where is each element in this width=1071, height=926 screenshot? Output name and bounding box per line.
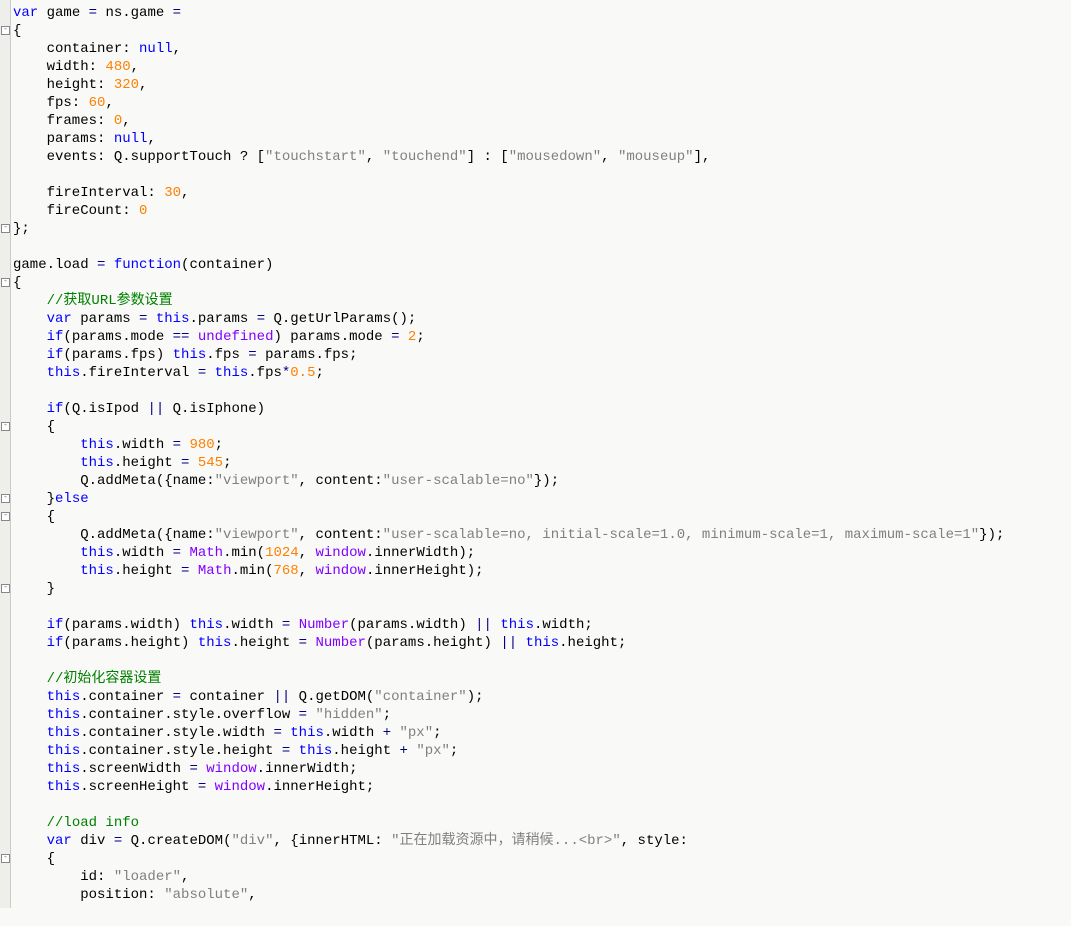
fold-marker-open[interactable]: - xyxy=(1,26,10,35)
code-line[interactable]: { xyxy=(13,22,1071,40)
code-line[interactable] xyxy=(13,166,1071,184)
code-line[interactable]: this.container.style.overflow = "hidden"… xyxy=(13,706,1071,724)
fold-marker-open[interactable]: - xyxy=(1,422,10,431)
code-line[interactable] xyxy=(13,796,1071,814)
code-line[interactable]: if(Q.isIpod || Q.isIphone) xyxy=(13,400,1071,418)
code-line[interactable]: //load info xyxy=(13,814,1071,832)
code-line[interactable]: //获取URL参数设置 xyxy=(13,292,1071,310)
code-line[interactable]: var div = Q.createDOM("div", {innerHTML:… xyxy=(13,832,1071,850)
code-line[interactable]: var game = ns.game = xyxy=(13,4,1071,22)
code-line[interactable]: this.container.style.width = this.width … xyxy=(13,724,1071,742)
code-area[interactable]: var game = ns.game ={ container: null, w… xyxy=(11,0,1071,908)
code-line[interactable]: this.height = Math.min(768, window.inner… xyxy=(13,562,1071,580)
code-line[interactable]: this.screenHeight = window.innerHeight; xyxy=(13,778,1071,796)
fold-marker-close[interactable]: - xyxy=(1,494,10,503)
fold-marker-open[interactable]: - xyxy=(1,278,10,287)
code-line[interactable]: this.fireInterval = this.fps*0.5; xyxy=(13,364,1071,382)
code-line[interactable]: } xyxy=(13,580,1071,598)
code-line[interactable]: if(params.fps) this.fps = params.fps; xyxy=(13,346,1071,364)
code-line[interactable]: Q.addMeta({name:"viewport", content:"use… xyxy=(13,526,1071,544)
code-line[interactable]: game.load = function(container) xyxy=(13,256,1071,274)
code-line[interactable]: { xyxy=(13,274,1071,292)
code-line[interactable]: { xyxy=(13,850,1071,868)
code-line[interactable]: var params = this.params = Q.getUrlParam… xyxy=(13,310,1071,328)
code-line[interactable]: width: 480, xyxy=(13,58,1071,76)
code-line[interactable]: fps: 60, xyxy=(13,94,1071,112)
code-line[interactable]: id: "loader", xyxy=(13,868,1071,886)
code-line[interactable] xyxy=(13,598,1071,616)
code-line[interactable]: Q.addMeta({name:"viewport", content:"use… xyxy=(13,472,1071,490)
code-line[interactable]: this.screenWidth = window.innerWidth; xyxy=(13,760,1071,778)
code-line[interactable]: }; xyxy=(13,220,1071,238)
code-line[interactable]: { xyxy=(13,418,1071,436)
code-line[interactable]: position: "absolute", xyxy=(13,886,1071,904)
fold-gutter[interactable]: - - - - - - - - xyxy=(0,0,11,908)
code-line[interactable]: //初始化容器设置 xyxy=(13,670,1071,688)
code-line[interactable] xyxy=(13,382,1071,400)
code-line[interactable]: if(params.height) this.height = Number(p… xyxy=(13,634,1071,652)
code-line[interactable]: height: 320, xyxy=(13,76,1071,94)
code-line[interactable]: this.width = Math.min(1024, window.inner… xyxy=(13,544,1071,562)
code-line[interactable]: { xyxy=(13,508,1071,526)
fold-marker-close[interactable]: - xyxy=(1,224,10,233)
code-line[interactable]: if(params.mode == undefined) params.mode… xyxy=(13,328,1071,346)
code-line[interactable] xyxy=(13,238,1071,256)
code-line[interactable]: this.height = 545; xyxy=(13,454,1071,472)
code-line[interactable]: fireInterval: 30, xyxy=(13,184,1071,202)
code-line[interactable] xyxy=(13,652,1071,670)
code-line[interactable]: this.container.style.height = this.heigh… xyxy=(13,742,1071,760)
code-line[interactable]: container: null, xyxy=(13,40,1071,58)
code-line[interactable]: this.width = 980; xyxy=(13,436,1071,454)
code-line[interactable]: if(params.width) this.width = Number(par… xyxy=(13,616,1071,634)
code-line[interactable]: fireCount: 0 xyxy=(13,202,1071,220)
fold-marker-close[interactable]: - xyxy=(1,584,10,593)
fold-marker-open[interactable]: - xyxy=(1,854,10,863)
code-line[interactable]: params: null, xyxy=(13,130,1071,148)
code-line[interactable]: frames: 0, xyxy=(13,112,1071,130)
fold-marker-open[interactable]: - xyxy=(1,512,10,521)
code-line[interactable]: this.container = container || Q.getDOM("… xyxy=(13,688,1071,706)
code-line[interactable]: events: Q.supportTouch ? ["touchstart", … xyxy=(13,148,1071,166)
code-line[interactable]: }else xyxy=(13,490,1071,508)
code-editor[interactable]: -------- var game = ns.game ={ container… xyxy=(0,0,1071,908)
